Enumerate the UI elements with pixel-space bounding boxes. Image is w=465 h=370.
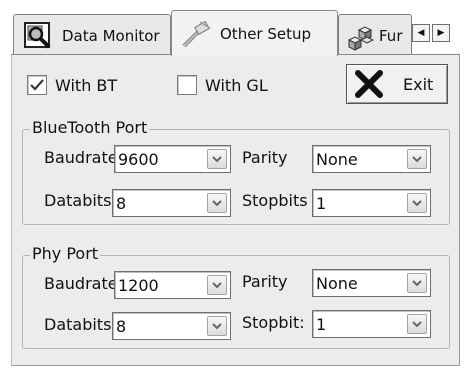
chevron-down-icon[interactable] bbox=[207, 316, 227, 336]
tab-scroll-buttons: ◀ ▶ bbox=[412, 24, 450, 42]
magnifier-icon bbox=[22, 20, 54, 52]
phy-baudrate-value: 1200 bbox=[118, 276, 159, 295]
bluetooth-port-title: BlueTooth Port bbox=[30, 118, 150, 137]
with-gl-checkbox[interactable] bbox=[177, 75, 197, 95]
phy-parity-label: Parity bbox=[242, 272, 288, 291]
phy-stopbits-value: 1 bbox=[316, 315, 327, 334]
bt-stopbits-select[interactable]: 1 bbox=[312, 189, 431, 217]
with-bt-option[interactable]: With BT bbox=[27, 75, 117, 95]
bt-databits-value: 8 bbox=[116, 194, 127, 213]
phy-databits-select[interactable]: 8 bbox=[112, 312, 231, 340]
bt-baudrate-select[interactable]: 9600 bbox=[114, 145, 231, 173]
chevron-down-icon[interactable] bbox=[207, 149, 227, 169]
bt-baudrate-value: 9600 bbox=[118, 150, 159, 169]
check-icon bbox=[30, 79, 44, 91]
bt-baudrate-label: Baudrate bbox=[44, 148, 116, 167]
phy-stopbits-select[interactable]: 1 bbox=[312, 310, 431, 338]
blocks-icon bbox=[343, 20, 375, 52]
bt-parity-label: Parity bbox=[242, 148, 288, 167]
phy-baudrate-label: Baudrate bbox=[44, 274, 114, 293]
with-bt-label: With BT bbox=[55, 75, 118, 95]
exit-button[interactable]: Exit bbox=[346, 64, 448, 104]
phy-databits-label: Databits bbox=[44, 315, 112, 334]
chevron-down-icon[interactable] bbox=[407, 193, 427, 213]
bt-databits-label: Databits bbox=[44, 191, 112, 210]
tab-data-monitor[interactable]: Data Monitor bbox=[13, 14, 171, 56]
bt-stopbits-value: 1 bbox=[316, 194, 327, 213]
chevron-down-icon[interactable] bbox=[207, 275, 227, 295]
with-bt-checkbox[interactable] bbox=[27, 75, 47, 95]
chevron-down-icon[interactable] bbox=[407, 273, 427, 293]
with-gl-option[interactable]: With GL bbox=[177, 75, 268, 95]
phy-port-title: Phy Port bbox=[30, 244, 101, 263]
chevron-down-icon[interactable] bbox=[407, 314, 427, 334]
chevron-down-icon[interactable] bbox=[207, 193, 227, 213]
chevron-down-icon[interactable] bbox=[407, 149, 427, 169]
phy-baudrate-select[interactable]: 1200 bbox=[114, 271, 231, 299]
exit-label: Exit bbox=[403, 75, 434, 94]
phy-stopbits-label: Stopbit: bbox=[242, 313, 305, 332]
phy-databits-value: 8 bbox=[116, 317, 127, 336]
phy-parity-value: None bbox=[316, 274, 358, 293]
x-icon bbox=[355, 70, 383, 102]
tab-scroll-right-button[interactable]: ▶ bbox=[432, 24, 450, 42]
bt-parity-value: None bbox=[316, 150, 358, 169]
bt-stopbits-label: Stopbits bbox=[242, 191, 308, 210]
phy-parity-select[interactable]: None bbox=[312, 269, 431, 297]
tab-fur[interactable]: Fur bbox=[338, 14, 412, 56]
bt-databits-select[interactable]: 8 bbox=[112, 189, 231, 217]
tab-label: Fur bbox=[379, 26, 403, 45]
tab-scroll-left-button[interactable]: ◀ bbox=[412, 24, 430, 42]
bt-parity-select[interactable]: None bbox=[312, 145, 431, 173]
with-gl-label: With GL bbox=[205, 75, 268, 95]
tab-other-setup[interactable]: Other Setup bbox=[171, 10, 338, 56]
satellite-icon bbox=[180, 18, 212, 50]
tab-label: Data Monitor bbox=[62, 26, 160, 45]
tab-label: Other Setup bbox=[220, 24, 312, 43]
